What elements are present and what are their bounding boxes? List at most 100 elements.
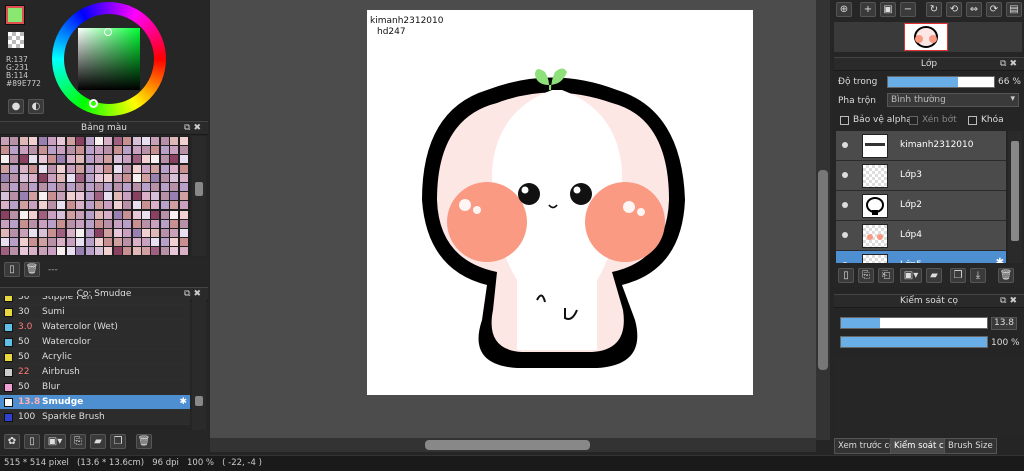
palette-swatch[interactable] xyxy=(142,201,150,210)
palette-swatch[interactable] xyxy=(151,219,160,228)
palette-swatch[interactable] xyxy=(142,247,150,256)
palette-swatch[interactable] xyxy=(48,173,56,182)
palette-swatch[interactable] xyxy=(76,146,85,155)
layer-item[interactable]: Lớp5 ✱ xyxy=(836,251,1006,263)
palette-swatch[interactable] xyxy=(85,146,94,155)
delete-palette-icon[interactable]: 🗑 xyxy=(24,262,40,277)
palette-swatch[interactable] xyxy=(66,155,75,164)
palette-swatch[interactable] xyxy=(113,229,122,237)
palette-swatch[interactable] xyxy=(123,137,132,145)
palette-swatch[interactable] xyxy=(142,219,150,228)
palette-swatch[interactable] xyxy=(142,183,150,191)
palette-swatch[interactable] xyxy=(95,173,103,182)
palette-swatch[interactable] xyxy=(48,155,56,164)
palette-swatch[interactable] xyxy=(57,201,66,210)
zoom-in-icon[interactable]: ⊕ xyxy=(836,2,852,17)
palette-swatch[interactable] xyxy=(132,164,141,173)
layer-item[interactable]: Lớp3 xyxy=(836,161,1006,191)
palette-swatch[interactable] xyxy=(57,210,66,219)
saturation-value-square[interactable] xyxy=(78,28,140,90)
rotate-left-icon[interactable]: ⟲ xyxy=(946,2,962,17)
palette-swatch[interactable] xyxy=(170,183,179,191)
palette-swatch[interactable] xyxy=(123,219,132,228)
palette-swatch[interactable] xyxy=(95,201,103,210)
palette-swatch[interactable] xyxy=(10,155,19,164)
palette-swatch[interactable] xyxy=(95,183,103,191)
palette-swatch[interactable] xyxy=(95,164,103,173)
palette-swatch[interactable] xyxy=(1,183,9,191)
palette-swatch[interactable] xyxy=(10,192,19,201)
palette-swatch[interactable] xyxy=(85,247,94,256)
palette-swatch[interactable] xyxy=(160,155,169,164)
palette-swatch[interactable] xyxy=(29,137,38,145)
brush-item[interactable]: 100 Sparkle Brush xyxy=(0,410,190,425)
brush-size-slider[interactable] xyxy=(840,317,988,329)
palette-swatch[interactable] xyxy=(29,164,38,173)
palette-swatch[interactable] xyxy=(38,146,47,155)
brush-size-value[interactable]: 13.8 xyxy=(991,317,1017,330)
palette-swatch[interactable] xyxy=(151,137,160,145)
layer-duplicate-icon[interactable]: ❐ xyxy=(950,268,966,283)
palette-swatch[interactable] xyxy=(19,238,28,247)
palette-swatch[interactable] xyxy=(38,164,47,173)
palette-swatch[interactable] xyxy=(104,210,113,219)
palette-swatch[interactable] xyxy=(123,247,132,256)
palette-swatch[interactable] xyxy=(48,210,56,219)
palette-swatch[interactable] xyxy=(179,164,188,173)
palette-swatch[interactable] xyxy=(113,146,122,155)
palette-swatch[interactable] xyxy=(57,137,66,145)
palette-swatch[interactable] xyxy=(142,164,150,173)
palette-swatch[interactable] xyxy=(170,164,179,173)
palette-swatch[interactable] xyxy=(57,238,66,247)
palette-swatch[interactable] xyxy=(113,155,122,164)
palette-swatch[interactable] xyxy=(95,192,103,201)
palette-swatch[interactable] xyxy=(38,137,47,145)
palette-swatch[interactable] xyxy=(29,146,38,155)
palette-swatch[interactable] xyxy=(151,201,160,210)
palette-swatch[interactable] xyxy=(10,164,19,173)
brush-item[interactable]: 3.0 Watercolor (Wet) xyxy=(0,320,190,335)
layer-folder-icon[interactable]: ▰ xyxy=(926,268,942,283)
palette-swatch[interactable] xyxy=(123,164,132,173)
palette-swatch[interactable] xyxy=(179,146,188,155)
visibility-icon[interactable] xyxy=(842,142,848,148)
palette-swatch[interactable] xyxy=(104,164,113,173)
palette-swatch[interactable] xyxy=(10,229,19,237)
palette-swatch[interactable] xyxy=(38,219,47,228)
palette-swatch[interactable] xyxy=(66,201,75,210)
palette-swatch[interactable] xyxy=(1,238,9,247)
palette-swatch[interactable] xyxy=(76,155,85,164)
palette-swatch[interactable] xyxy=(95,219,103,228)
palette-swatch[interactable] xyxy=(123,146,132,155)
palette-swatch[interactable] xyxy=(29,238,38,247)
palette-swatch[interactable] xyxy=(104,155,113,164)
palette-swatch[interactable] xyxy=(85,238,94,247)
palette-swatch[interactable] xyxy=(179,201,188,210)
visibility-icon[interactable] xyxy=(842,232,848,238)
color-wheel[interactable] xyxy=(52,2,166,116)
palette-swatch[interactable] xyxy=(29,183,38,191)
palette-swatch[interactable] xyxy=(179,210,188,219)
new-layer-8bit-icon[interactable]: ⎗ xyxy=(878,268,894,283)
new-brush-icon[interactable]: ▯ xyxy=(24,434,40,449)
palette-swatch[interactable] xyxy=(160,164,169,173)
palette-swatch[interactable] xyxy=(19,164,28,173)
palette-swatch[interactable] xyxy=(76,201,85,210)
palette-swatch[interactable] xyxy=(179,173,188,182)
palette-swatch[interactable] xyxy=(19,146,28,155)
palette-swatch[interactable] xyxy=(104,219,113,228)
palette-swatch[interactable] xyxy=(38,201,47,210)
brush-copy-icon[interactable]: ⎘ xyxy=(70,434,86,449)
palette-swatch[interactable] xyxy=(48,238,56,247)
color-settings-button[interactable]: ◐ xyxy=(28,99,44,114)
palette-swatch[interactable] xyxy=(66,247,75,256)
palette-swatch[interactable] xyxy=(113,219,122,228)
navigator-options-icon[interactable]: ▤ xyxy=(1006,2,1022,17)
palette-swatch[interactable] xyxy=(38,229,47,237)
palette-swatch[interactable] xyxy=(19,210,28,219)
zoom-plus-icon[interactable]: + xyxy=(860,2,876,17)
palette-swatch[interactable] xyxy=(132,173,141,182)
zoom-fit-icon[interactable]: ▣ xyxy=(880,2,896,17)
palette-swatch[interactable] xyxy=(85,229,94,237)
palette-swatch[interactable] xyxy=(160,192,169,201)
